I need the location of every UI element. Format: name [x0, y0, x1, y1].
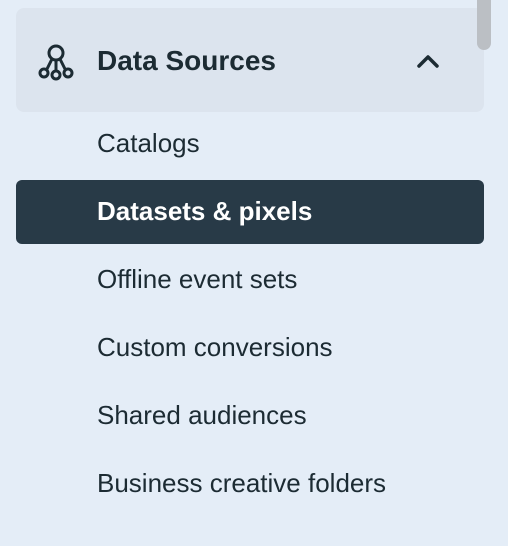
- section-title: Data Sources: [97, 45, 276, 76]
- nav-item-label: Offline event sets: [97, 264, 298, 294]
- scrollbar-thumb[interactable]: [477, 0, 491, 50]
- nav-item-label: Datasets & pixels: [97, 196, 313, 226]
- data-sources-section-header[interactable]: Data Sources: [16, 8, 484, 112]
- nav-item-label: Business creative folders: [97, 468, 387, 498]
- chevron-up-icon[interactable]: [414, 48, 442, 76]
- nav-item-shared-audiences[interactable]: Shared audiences: [16, 384, 484, 448]
- nav-item-label: Catalogs: [97, 128, 200, 158]
- nav-item-offline-event-sets[interactable]: Offline event sets: [16, 248, 484, 312]
- nav-item-label: Custom conversions: [97, 332, 333, 362]
- data-sources-nav-panel: Data Sources Catalogs Datasets & pixels …: [0, 0, 508, 546]
- nav-item-datasets-pixels[interactable]: Datasets & pixels: [16, 180, 484, 244]
- nav-item-label: Shared audiences: [97, 400, 307, 430]
- nav-item-catalogs[interactable]: Catalogs: [16, 112, 484, 176]
- nav-item-custom-conversions[interactable]: Custom conversions: [16, 316, 484, 380]
- nav-item-business-creative-folders[interactable]: Business creative folders: [16, 452, 484, 516]
- data-sources-icon: [38, 44, 74, 81]
